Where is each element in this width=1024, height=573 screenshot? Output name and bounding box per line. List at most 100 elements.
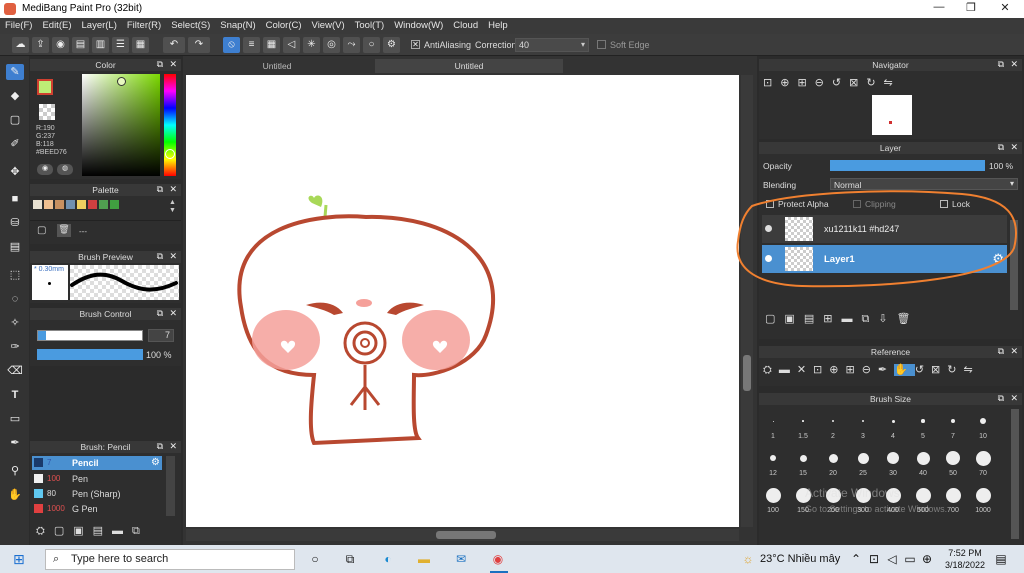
brush-size-option[interactable] bbox=[975, 487, 991, 503]
move-tool-icon[interactable]: ✥ bbox=[6, 164, 24, 180]
brush-size-option[interactable] bbox=[832, 420, 834, 422]
chevron-up-icon[interactable]: ⌃ bbox=[848, 552, 864, 566]
delete-palette-icon[interactable]: 🗑 bbox=[57, 224, 71, 237]
brush-size-slider[interactable] bbox=[37, 330, 143, 341]
menu-filter[interactable]: Filter(R) bbox=[122, 18, 166, 31]
close-panel-icon[interactable]: ✕ bbox=[1010, 59, 1018, 70]
edge-icon[interactable]: ◐ bbox=[380, 552, 396, 566]
volume-icon[interactable]: ◁ bbox=[884, 552, 900, 566]
close-panel-icon[interactable]: ✕ bbox=[169, 184, 177, 195]
new-palette-icon[interactable]: ▢ bbox=[37, 225, 46, 236]
magic-wand-tool-icon[interactable]: ✧ bbox=[6, 315, 24, 331]
eraser-tool-icon[interactable]: ◆ bbox=[6, 88, 24, 104]
menu-color[interactable]: Color(C) bbox=[261, 18, 307, 31]
new-halftone-layer-icon[interactable]: ▣ bbox=[784, 313, 803, 325]
palette-swatch[interactable] bbox=[44, 200, 53, 209]
palette-swatch[interactable] bbox=[33, 200, 42, 209]
clock-date[interactable]: 3/18/2022 bbox=[940, 560, 990, 570]
soft-edge-checkbox[interactable] bbox=[597, 40, 606, 49]
undo-icon[interactable]: ↶ bbox=[163, 37, 185, 53]
text-tool-icon[interactable]: T bbox=[6, 387, 24, 403]
horizontal-scrollbar[interactable] bbox=[186, 529, 739, 541]
menu-select[interactable]: Select(S) bbox=[166, 18, 215, 31]
cloud-reference-icon[interactable]: ⛭ bbox=[763, 364, 779, 376]
brush-item-pencil[interactable]: 7 Pencil ⚙ bbox=[32, 456, 162, 470]
menu-view[interactable]: View(V) bbox=[307, 18, 350, 31]
windows-start-icon[interactable]: ⊞ bbox=[13, 551, 29, 567]
saturation-value-picker[interactable] bbox=[82, 74, 160, 176]
palette-swatch[interactable] bbox=[55, 200, 64, 209]
eyedropper-tool-icon[interactable]: ✒ bbox=[6, 435, 24, 451]
hue-slider-handle[interactable] bbox=[165, 149, 175, 159]
open-folder-icon[interactable]: ▬ bbox=[779, 364, 797, 376]
brush-size-option[interactable] bbox=[857, 452, 869, 464]
palette-scroll[interactable]: ▲ ▼ bbox=[169, 199, 176, 215]
select-tool-icon[interactable]: ⬚ bbox=[6, 267, 24, 283]
snap-ellipse-icon[interactable]: ○ bbox=[363, 37, 380, 53]
undock-icon[interactable]: ⧉ bbox=[998, 393, 1004, 404]
chrome-icon[interactable]: ◉ bbox=[490, 552, 506, 566]
brush-size-option[interactable] bbox=[891, 419, 895, 423]
hand-tool-icon[interactable]: ✋ bbox=[6, 487, 24, 503]
menu-snap[interactable]: Snap(N) bbox=[215, 18, 260, 31]
minimize-button[interactable]: — bbox=[924, 1, 954, 16]
brush-size-option[interactable] bbox=[802, 420, 804, 422]
close-panel-icon[interactable]: ✕ bbox=[169, 59, 177, 70]
file-explorer-icon[interactable]: ▬ bbox=[416, 552, 432, 566]
snap-off-icon[interactable]: ⦸ bbox=[223, 37, 240, 53]
close-panel-icon[interactable]: ✕ bbox=[169, 441, 177, 452]
divide-tool-icon[interactable]: ▭ bbox=[6, 411, 24, 427]
clock-time[interactable]: 7:52 PM bbox=[945, 548, 985, 558]
zoom-out-icon[interactable]: ⊖ bbox=[862, 364, 878, 376]
select-pen-tool-icon[interactable]: ✑ bbox=[6, 339, 24, 355]
antialiasing-checkbox[interactable]: ✕ bbox=[411, 40, 420, 49]
rotate-reset-icon[interactable]: ⊠ bbox=[849, 77, 866, 89]
zoom-in-icon[interactable]: ⊕ bbox=[829, 364, 845, 376]
cortana-icon[interactable]: ○ bbox=[307, 552, 323, 566]
brush-size-option[interactable] bbox=[945, 487, 961, 503]
fill-rect-tool-icon[interactable]: ■ bbox=[6, 191, 24, 207]
list-icon[interactable]: ☰ bbox=[112, 37, 129, 53]
folder-icon[interactable]: ▬ bbox=[841, 313, 861, 325]
undock-icon[interactable]: ⧉ bbox=[157, 308, 163, 319]
brush-size-option[interactable] bbox=[975, 450, 991, 466]
navigator-thumbnail[interactable] bbox=[872, 95, 912, 135]
vertical-scrollbar[interactable] bbox=[741, 75, 753, 527]
hue-slider[interactable] bbox=[164, 74, 176, 176]
brush-size-option[interactable] bbox=[950, 418, 956, 424]
hand-icon[interactable]: ✋ bbox=[894, 364, 915, 376]
undock-icon[interactable]: ⧉ bbox=[157, 251, 163, 262]
menu-cloud[interactable]: Cloud bbox=[448, 18, 483, 31]
brush-item-pen-sharp[interactable]: 80 Pen (Sharp) bbox=[32, 487, 162, 501]
brush-size-option[interactable] bbox=[861, 419, 865, 423]
merge-layer-icon[interactable]: ⇩ bbox=[878, 313, 896, 325]
close-panel-icon[interactable]: ✕ bbox=[1010, 346, 1018, 357]
mail-icon[interactable]: ✉ bbox=[453, 552, 469, 566]
close-panel-icon[interactable]: ✕ bbox=[1010, 393, 1018, 404]
palette-swatch[interactable] bbox=[110, 200, 119, 209]
flip-icon[interactable]: ⇋ bbox=[884, 77, 901, 89]
brush-size-option[interactable] bbox=[772, 420, 774, 422]
undock-icon[interactable]: ⧉ bbox=[157, 441, 163, 452]
brush-size-option[interactable] bbox=[828, 453, 838, 463]
bucket-tool-icon[interactable]: ⛁ bbox=[6, 215, 24, 231]
snap-settings-icon[interactable]: ⚙ bbox=[383, 37, 400, 53]
snap-parallel-icon[interactable]: ≡ bbox=[243, 37, 260, 53]
close-button[interactable]: ✕ bbox=[990, 1, 1020, 16]
snap-curve-icon[interactable]: ⤳ bbox=[343, 37, 360, 53]
rectangle-tool-icon[interactable]: ▢ bbox=[6, 112, 24, 128]
menu-layer[interactable]: Layer(L) bbox=[77, 18, 122, 31]
dot-pen-tool-icon[interactable]: ✐ bbox=[6, 136, 24, 152]
gear-icon[interactable]: ⚙ bbox=[151, 457, 160, 468]
brush-size-option[interactable] bbox=[799, 454, 807, 462]
share-icon[interactable]: ⇪ bbox=[32, 37, 49, 53]
select-eraser-tool-icon[interactable]: ⌫ bbox=[6, 363, 24, 379]
menu-edit[interactable]: Edit(E) bbox=[37, 18, 76, 31]
folder-icon[interactable]: ▬ bbox=[112, 525, 132, 537]
brush-opacity-slider[interactable] bbox=[37, 349, 143, 360]
layer-opacity-slider[interactable] bbox=[830, 160, 985, 171]
brush-size-option[interactable] bbox=[770, 455, 776, 461]
close-panel-icon[interactable]: ✕ bbox=[1010, 142, 1018, 153]
palette-swatch[interactable] bbox=[88, 200, 97, 209]
tablet-icon[interactable]: ▤ bbox=[72, 37, 89, 53]
